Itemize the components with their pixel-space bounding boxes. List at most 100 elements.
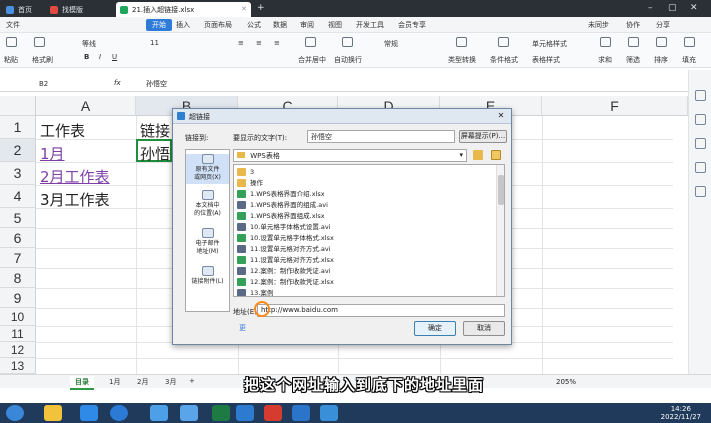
align-middle-icon[interactable]: ≡ bbox=[256, 39, 262, 47]
link-type-email[interactable]: 电子邮件 地址(M) bbox=[186, 228, 229, 258]
app-icon[interactable] bbox=[292, 405, 310, 421]
menu-formula[interactable]: 公式 bbox=[247, 20, 261, 30]
number-format-select[interactable]: 常规 bbox=[384, 39, 398, 49]
tab-document[interactable]: 21.插入超链接.xlsx ✕ bbox=[116, 2, 251, 17]
list-item[interactable]: 1.WPS表格界面的组成.avi bbox=[237, 200, 328, 211]
cell-a1[interactable]: 工作表 bbox=[40, 120, 85, 141]
font-name-select[interactable]: 等线 bbox=[82, 39, 96, 49]
app-icon[interactable] bbox=[236, 405, 254, 421]
bold-icon[interactable]: B bbox=[84, 53, 89, 61]
menu-file[interactable]: 文件 bbox=[6, 20, 20, 30]
add-sheet-button[interactable]: + bbox=[184, 376, 200, 386]
list-item[interactable]: 10.设置单元格字体格式.xlsx bbox=[237, 233, 334, 244]
list-item[interactable]: 1.WPS表格界面介绍.xlsx bbox=[237, 189, 325, 200]
row-header[interactable]: 10 bbox=[0, 308, 36, 326]
menu-home[interactable]: 开始 bbox=[146, 19, 172, 31]
rail-icon[interactable] bbox=[695, 114, 706, 125]
wrap-button[interactable]: 自动换行 bbox=[334, 55, 362, 65]
row-header[interactable]: 11 bbox=[0, 326, 36, 342]
app-icon[interactable] bbox=[320, 405, 338, 421]
app-icon[interactable] bbox=[180, 405, 198, 421]
close-tab-icon[interactable]: ✕ bbox=[241, 5, 247, 13]
row-header[interactable]: 2 bbox=[0, 139, 36, 162]
row-header[interactable]: 3 bbox=[0, 162, 36, 185]
cell-b1[interactable]: 链接 bbox=[140, 120, 170, 141]
file-explorer-icon[interactable] bbox=[44, 405, 62, 421]
sort-button[interactable]: 排序 bbox=[654, 55, 668, 65]
fx-icon[interactable]: fx bbox=[114, 79, 121, 87]
italic-icon[interactable]: I bbox=[99, 53, 101, 61]
sum-button[interactable]: 求和 bbox=[598, 55, 612, 65]
menu-data[interactable]: 数据 bbox=[273, 20, 287, 30]
display-text-input[interactable]: 孙悟空 bbox=[307, 130, 455, 143]
list-item[interactable]: 3 bbox=[237, 167, 254, 178]
sheet-tab-jan[interactable]: 1月 bbox=[104, 376, 125, 388]
merge-button[interactable]: 合并居中 bbox=[298, 55, 326, 65]
cond-format-button[interactable]: 条件格式 bbox=[490, 55, 518, 65]
address-input[interactable]: http://www.baidu.com bbox=[257, 304, 505, 317]
filter-icon[interactable] bbox=[628, 37, 639, 47]
select-all-corner[interactable] bbox=[0, 96, 36, 116]
menu-developer[interactable]: 开发工具 bbox=[356, 20, 384, 30]
formula-content[interactable]: 孙悟空 bbox=[146, 79, 167, 89]
fill-icon[interactable] bbox=[684, 37, 695, 47]
cell-a3-link[interactable]: 2月工作表 bbox=[40, 166, 110, 187]
zoom-level[interactable]: 205% bbox=[556, 378, 576, 386]
system-clock[interactable]: 14:26 2022/11/27 bbox=[661, 405, 701, 421]
link-type-in-document[interactable]: 本文档中 的位置(A) bbox=[186, 190, 229, 220]
close-icon[interactable]: ✕ bbox=[495, 111, 507, 121]
merge-icon[interactable] bbox=[305, 37, 316, 47]
menu-collab[interactable]: 协作 bbox=[626, 20, 640, 30]
menu-member[interactable]: 会员专享 bbox=[398, 20, 426, 30]
wrap-icon[interactable] bbox=[342, 37, 353, 47]
rail-icon[interactable] bbox=[695, 138, 706, 149]
menu-page-layout[interactable]: 页面布局 bbox=[204, 20, 232, 30]
new-tab-icon[interactable]: + bbox=[257, 3, 265, 13]
sum-icon[interactable] bbox=[600, 37, 611, 47]
app-icon[interactable] bbox=[150, 405, 168, 421]
paste-button[interactable]: 粘贴 bbox=[4, 55, 18, 65]
cancel-button[interactable]: 取消 bbox=[463, 321, 505, 336]
folder-select[interactable]: WPS表格 ▾ bbox=[233, 149, 467, 162]
file-list-scrollbar[interactable] bbox=[496, 165, 504, 296]
align-bottom-icon[interactable]: ≡ bbox=[274, 39, 280, 47]
sheet-tab-feb[interactable]: 2月 bbox=[132, 376, 153, 388]
tab-template[interactable]: 找模版 bbox=[46, 2, 89, 17]
list-item[interactable]: 11.设置单元格对齐方式.avi bbox=[237, 244, 331, 255]
list-item[interactable]: 13.案例 bbox=[237, 288, 273, 296]
name-box[interactable]: B2 bbox=[36, 78, 100, 90]
list-item[interactable]: 11.设置单元格对齐方式.xlsx bbox=[237, 255, 334, 266]
close-window-icon[interactable]: ✕ bbox=[690, 3, 698, 13]
sheet-tab-index[interactable]: 目录 bbox=[70, 376, 94, 390]
row-header[interactable]: 9 bbox=[0, 288, 36, 308]
paste-icon[interactable] bbox=[6, 37, 17, 47]
link-type-file-or-web[interactable]: 原有文件 或网页(X) bbox=[186, 154, 229, 184]
cond-format-icon[interactable] bbox=[498, 37, 509, 47]
menu-view[interactable]: 视图 bbox=[328, 20, 342, 30]
align-top-icon[interactable]: ≡ bbox=[238, 39, 244, 47]
underline-icon[interactable]: U bbox=[112, 53, 117, 61]
menu-sync[interactable]: 未同步 bbox=[588, 20, 609, 30]
type-convert-icon[interactable] bbox=[456, 37, 467, 47]
link-type-attachment[interactable]: 链接附件(L) bbox=[186, 266, 229, 290]
rail-icon[interactable] bbox=[695, 162, 706, 173]
menu-share[interactable]: 分享 bbox=[656, 20, 670, 30]
cell-style-button[interactable]: 单元格样式 bbox=[532, 39, 567, 49]
row-header[interactable]: 7 bbox=[0, 248, 36, 268]
list-item[interactable]: 10.单元格字体格式设置.avi bbox=[237, 222, 331, 233]
scrollbar-thumb[interactable] bbox=[498, 175, 504, 205]
row-header[interactable]: 5 bbox=[0, 208, 36, 228]
menu-review[interactable]: 审阅 bbox=[300, 20, 314, 30]
type-convert-button[interactable]: 类型转换 bbox=[448, 55, 476, 65]
excel-icon[interactable] bbox=[212, 405, 230, 421]
wps-icon[interactable] bbox=[264, 405, 282, 421]
table-style-button[interactable]: 表格样式 bbox=[532, 55, 560, 65]
rail-icon[interactable] bbox=[695, 186, 706, 197]
browser-icon[interactable] bbox=[80, 405, 98, 421]
list-item[interactable]: 操作 bbox=[237, 178, 263, 189]
start-icon[interactable] bbox=[6, 405, 24, 421]
rail-icon[interactable] bbox=[695, 90, 706, 101]
row-header[interactable]: 12 bbox=[0, 342, 36, 358]
fill-button[interactable]: 填充 bbox=[682, 55, 696, 65]
selected-cell-b2[interactable]: 孙悟 bbox=[136, 139, 172, 163]
